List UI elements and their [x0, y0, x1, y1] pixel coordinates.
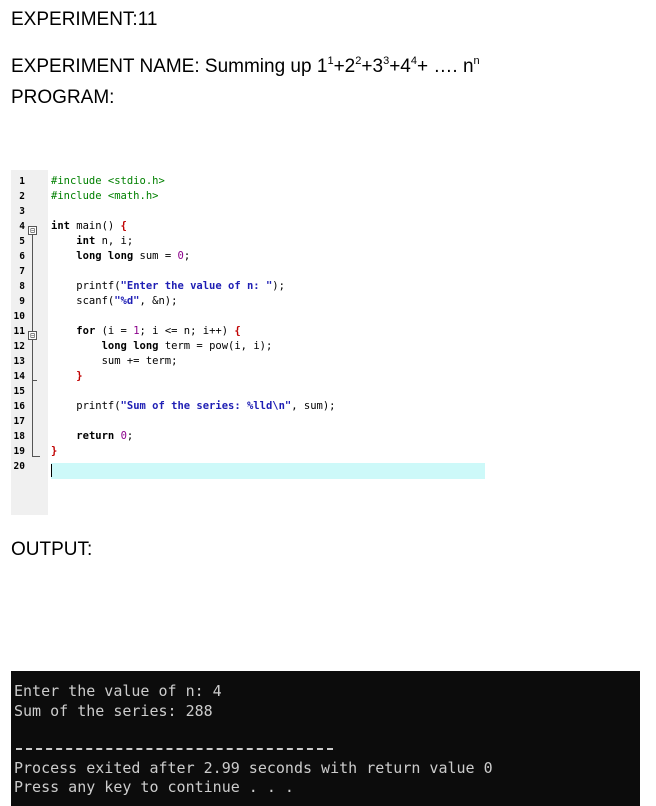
line-number: 3 [19, 206, 25, 217]
line-number: 6 [19, 251, 25, 262]
series-term: 33+ [372, 54, 401, 77]
code-line: #include <math.h> [51, 190, 159, 202]
code-line: int n, i; [76, 235, 134, 247]
line-number: 10 [13, 311, 25, 322]
line-number: 14 [13, 371, 25, 382]
console-line: Sum of the series: 288 [14, 702, 213, 720]
line-number: 4 [19, 221, 25, 232]
code-line: return 0; [76, 430, 134, 442]
program-label: PROGRAM: [11, 87, 115, 108]
line-number: 15 [13, 386, 25, 397]
current-line-highlight [51, 463, 485, 479]
console-line: Press any key to continue . . . [14, 778, 294, 796]
code-line: long long sum = 0; [76, 250, 191, 262]
code-line: } [51, 445, 58, 457]
experiment-number: EXPERIMENT:11 [11, 9, 158, 30]
line-number: 11 [13, 326, 25, 337]
line-number: 2 [19, 191, 25, 202]
code-line: sum += term; [51, 355, 178, 367]
code-line: for (i = 1; i <= n; i++) { [76, 325, 241, 337]
output-label: OUTPUT: [11, 539, 93, 560]
line-number: 13 [13, 356, 25, 367]
code-line: } [76, 370, 83, 382]
text-caret [51, 464, 52, 477]
series-term: nn [462, 54, 480, 77]
code-line: scanf("%d", &n); [51, 295, 178, 307]
line-number: 20 [13, 461, 25, 472]
console-separator [16, 748, 333, 750]
line-number: 7 [19, 266, 25, 277]
line-number: 9 [19, 296, 25, 307]
fold-end-tick [32, 456, 40, 457]
experiment-name: EXPERIMENT NAME: Summing up 11+22+33+44+… [11, 54, 480, 78]
code-line: printf("Enter the value of n: "); [51, 280, 285, 292]
code-line: int main() { [51, 220, 127, 232]
line-number: 19 [13, 446, 25, 457]
line-number: 17 [13, 416, 25, 427]
fold-guide-line [32, 234, 33, 456]
fold-end-tick [32, 380, 37, 381]
experiment-name-prefix: EXPERIMENT NAME: Summing up [11, 56, 317, 77]
console-window: Enter the value of n: 4 Sum of the serie… [11, 671, 640, 806]
fold-toggle-icon[interactable]: ⊟ [28, 331, 37, 340]
line-number: 12 [13, 341, 25, 352]
series-term: 11+ [316, 54, 345, 77]
line-number: 5 [19, 236, 25, 247]
console-line: Enter the value of n: 4 [14, 682, 222, 700]
series-term: 44+ …. [400, 54, 463, 77]
code-line: #include <stdio.h> [51, 175, 165, 187]
code-line: printf("Sum of the series: %lld\n", sum)… [51, 400, 336, 412]
line-number: 1 [19, 176, 25, 187]
console-line: Process exited after 2.99 seconds with r… [14, 759, 493, 777]
line-number: 16 [13, 401, 25, 412]
series-term: 22+ [344, 54, 373, 77]
line-number: 18 [13, 431, 25, 442]
line-number: 8 [19, 281, 25, 292]
code-line: long long term = pow(i, i); [101, 340, 273, 352]
code-editor: 1 2 3 4 5 6 7 8 9 10 11 12 13 14 15 16 17 18 19 20 #include… [11, 170, 489, 515]
line-number-gutter: 1 2 3 4 5 6 7 8 9 10 11 12 13 14 15 16 17 18 19 20 [11, 170, 48, 515]
